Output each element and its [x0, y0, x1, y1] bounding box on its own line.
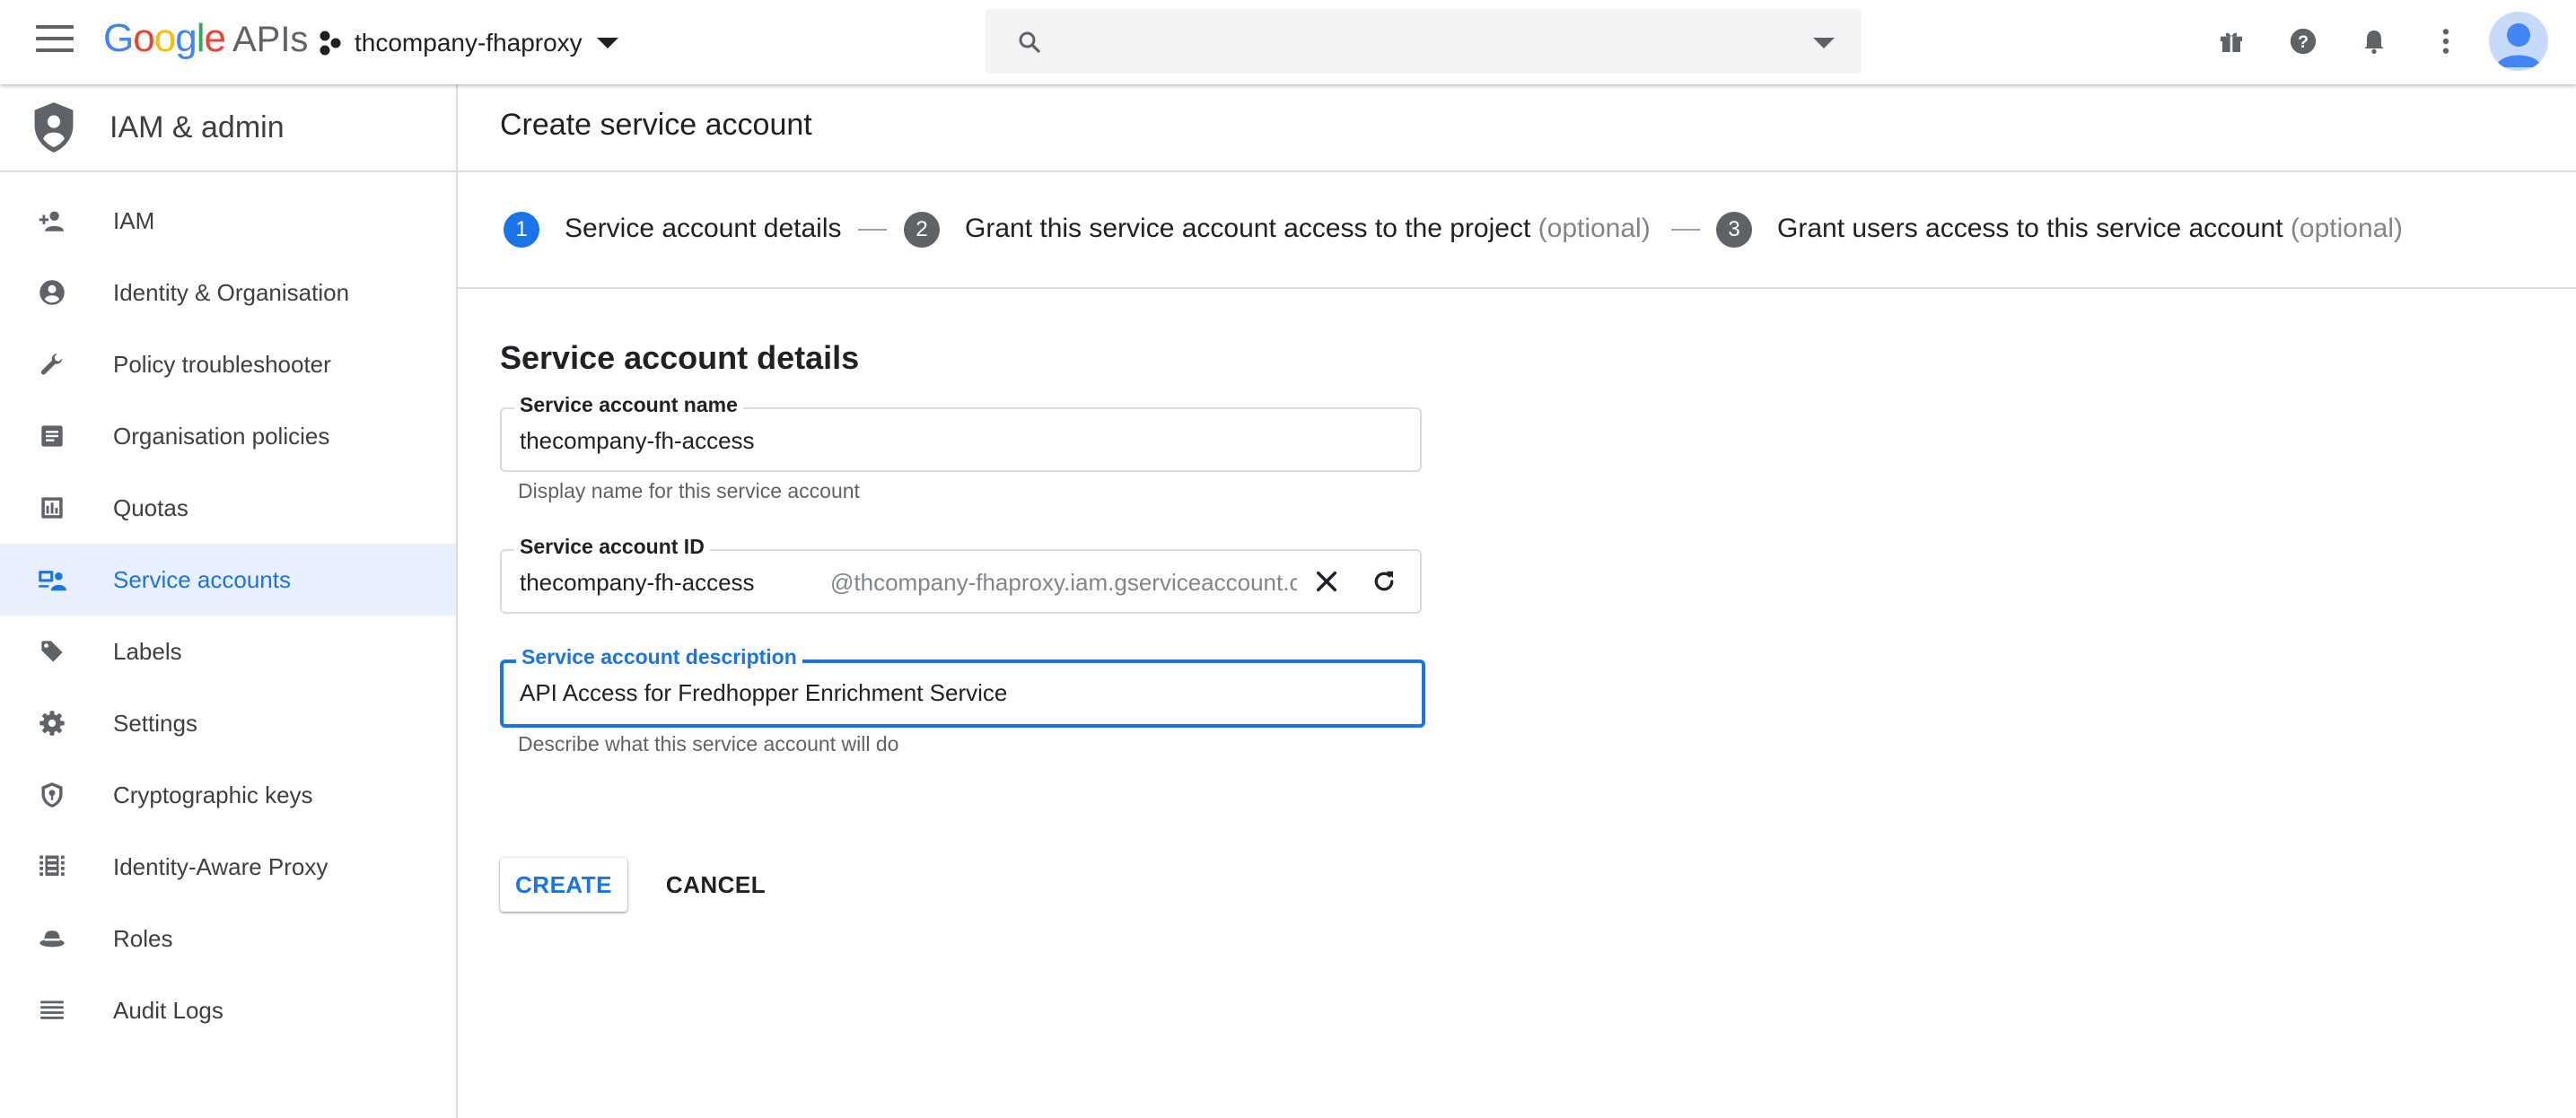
sidebar-item-identity-organisation[interactable]: Identity & Organisation	[0, 257, 456, 328]
project-selector[interactable]: thcompany-fhaproxy	[319, 25, 618, 61]
sidebar-item-label: Settings	[113, 709, 197, 737]
step-3-label[interactable]: Grant users access to this service accou…	[1777, 214, 2403, 244]
account-avatar[interactable]	[2489, 12, 2548, 71]
sidebar-item-organisation-policies[interactable]: Organisation policies	[0, 400, 456, 472]
sidebar: IAM & admin IAM Identity & Organisation …	[0, 84, 458, 1118]
key-shield-icon	[38, 781, 66, 809]
service-account-id-input[interactable]	[520, 569, 825, 597]
cancel-button[interactable]: CANCEL	[655, 858, 776, 912]
sidebar-item-settings[interactable]: Settings	[0, 687, 456, 759]
search-options-icon[interactable]	[1813, 38, 1835, 48]
project-icon	[320, 31, 341, 56]
stepper: 1 Service account details 2 Grant this s…	[458, 172, 2576, 289]
field-label: Service account name	[514, 393, 743, 417]
close-icon[interactable]	[1309, 563, 1345, 599]
sidebar-item-service-accounts[interactable]: Service accounts	[0, 544, 456, 616]
field-label: Service account description	[516, 645, 802, 669]
service-account-name-input[interactable]	[520, 427, 1381, 455]
section-title: Service account details	[500, 339, 860, 376]
sidebar-header: IAM & admin	[0, 84, 456, 172]
gear-icon	[38, 709, 66, 738]
document-icon	[38, 422, 66, 450]
search-icon	[1019, 31, 1040, 53]
step-1-label[interactable]: Service account details	[565, 214, 842, 244]
hat-icon	[38, 924, 66, 953]
refresh-icon[interactable]	[1366, 563, 1402, 599]
sidebar-item-label: Organisation policies	[113, 422, 330, 450]
search-bar[interactable]	[986, 9, 1862, 74]
service-account-id-field[interactable]: Service account ID @thcompany-fhaproxy.i…	[500, 535, 1422, 614]
step-divider	[1671, 229, 1700, 231]
search-input[interactable]	[1066, 23, 1770, 61]
step-3-number: 3	[1716, 212, 1752, 248]
page-title-bar: Create service account	[458, 84, 2576, 172]
list-icon	[38, 996, 66, 1025]
tag-icon	[38, 637, 66, 666]
project-name: thcompany-fhaproxy	[355, 29, 583, 57]
field-hint: Display name for this service account	[518, 479, 860, 502]
svg-text:?: ?	[2298, 32, 2309, 52]
service-account-name-field[interactable]: Service account name	[500, 393, 1422, 472]
person-add-icon	[38, 206, 66, 235]
sidebar-item-quotas[interactable]: Quotas	[0, 472, 456, 544]
service-account-description-input[interactable]	[520, 679, 1381, 707]
sidebar-item-iam[interactable]: IAM	[0, 185, 456, 257]
field-label: Service account ID	[514, 535, 710, 559]
help-icon[interactable]: ?	[2285, 23, 2321, 59]
service-account-description-field[interactable]: Service account description	[500, 645, 1425, 728]
create-button[interactable]: CREATE	[500, 858, 627, 912]
step-2-number: 2	[904, 212, 940, 248]
sidebar-item-label: Cryptographic keys	[113, 781, 313, 808]
sidebar-item-roles[interactable]: Roles	[0, 903, 456, 974]
notifications-icon[interactable]	[2356, 23, 2392, 59]
step-2-label[interactable]: Grant this service account access to the…	[965, 214, 1651, 244]
sidebar-title: IAM & admin	[110, 109, 285, 144]
shield-icon	[34, 102, 74, 153]
sidebar-item-label: IAM	[113, 206, 155, 234]
proxy-icon	[38, 852, 66, 881]
sidebar-item-identity-aware-proxy[interactable]: Identity-Aware Proxy	[0, 831, 456, 903]
sidebar-item-labels[interactable]: Labels	[0, 616, 456, 687]
sidebar-item-label: Quotas	[113, 493, 188, 521]
sidebar-item-cryptographic-keys[interactable]: Cryptographic keys	[0, 759, 456, 831]
sidebar-item-label: Identity-Aware Proxy	[113, 852, 329, 880]
sidebar-item-label: Audit Logs	[113, 996, 223, 1024]
account-circle-icon	[38, 278, 66, 307]
service-account-icon	[38, 565, 66, 594]
service-account-id-suffix: @thcompany-fhaproxy.iam.gserviceaccount.…	[830, 569, 1297, 596]
google-apis-logo[interactable]: Google APIs	[103, 16, 308, 61]
sidebar-item-policy-troubleshooter[interactable]: Policy troubleshooter	[0, 328, 456, 400]
quota-icon	[38, 493, 66, 522]
sidebar-item-label: Policy troubleshooter	[113, 350, 331, 378]
sidebar-item-audit-logs[interactable]: Audit Logs	[0, 974, 456, 1046]
step-divider	[858, 229, 887, 231]
sidebar-item-label: Labels	[113, 637, 182, 665]
menu-icon[interactable]	[36, 25, 74, 57]
page-title: Create service account	[500, 108, 812, 142]
wrench-icon	[38, 350, 66, 379]
gift-icon[interactable]	[2213, 23, 2249, 59]
chevron-down-icon	[596, 38, 618, 48]
sidebar-item-label: Service accounts	[113, 565, 291, 593]
field-hint: Describe what this service account will …	[518, 732, 899, 756]
sidebar-item-label: Identity & Organisation	[113, 278, 350, 306]
more-vert-icon[interactable]	[2428, 23, 2464, 59]
step-1-number: 1	[504, 212, 539, 248]
sidebar-item-label: Roles	[113, 924, 173, 952]
top-app-bar: Google APIs thcompany-fhaproxy ?	[0, 0, 2576, 84]
